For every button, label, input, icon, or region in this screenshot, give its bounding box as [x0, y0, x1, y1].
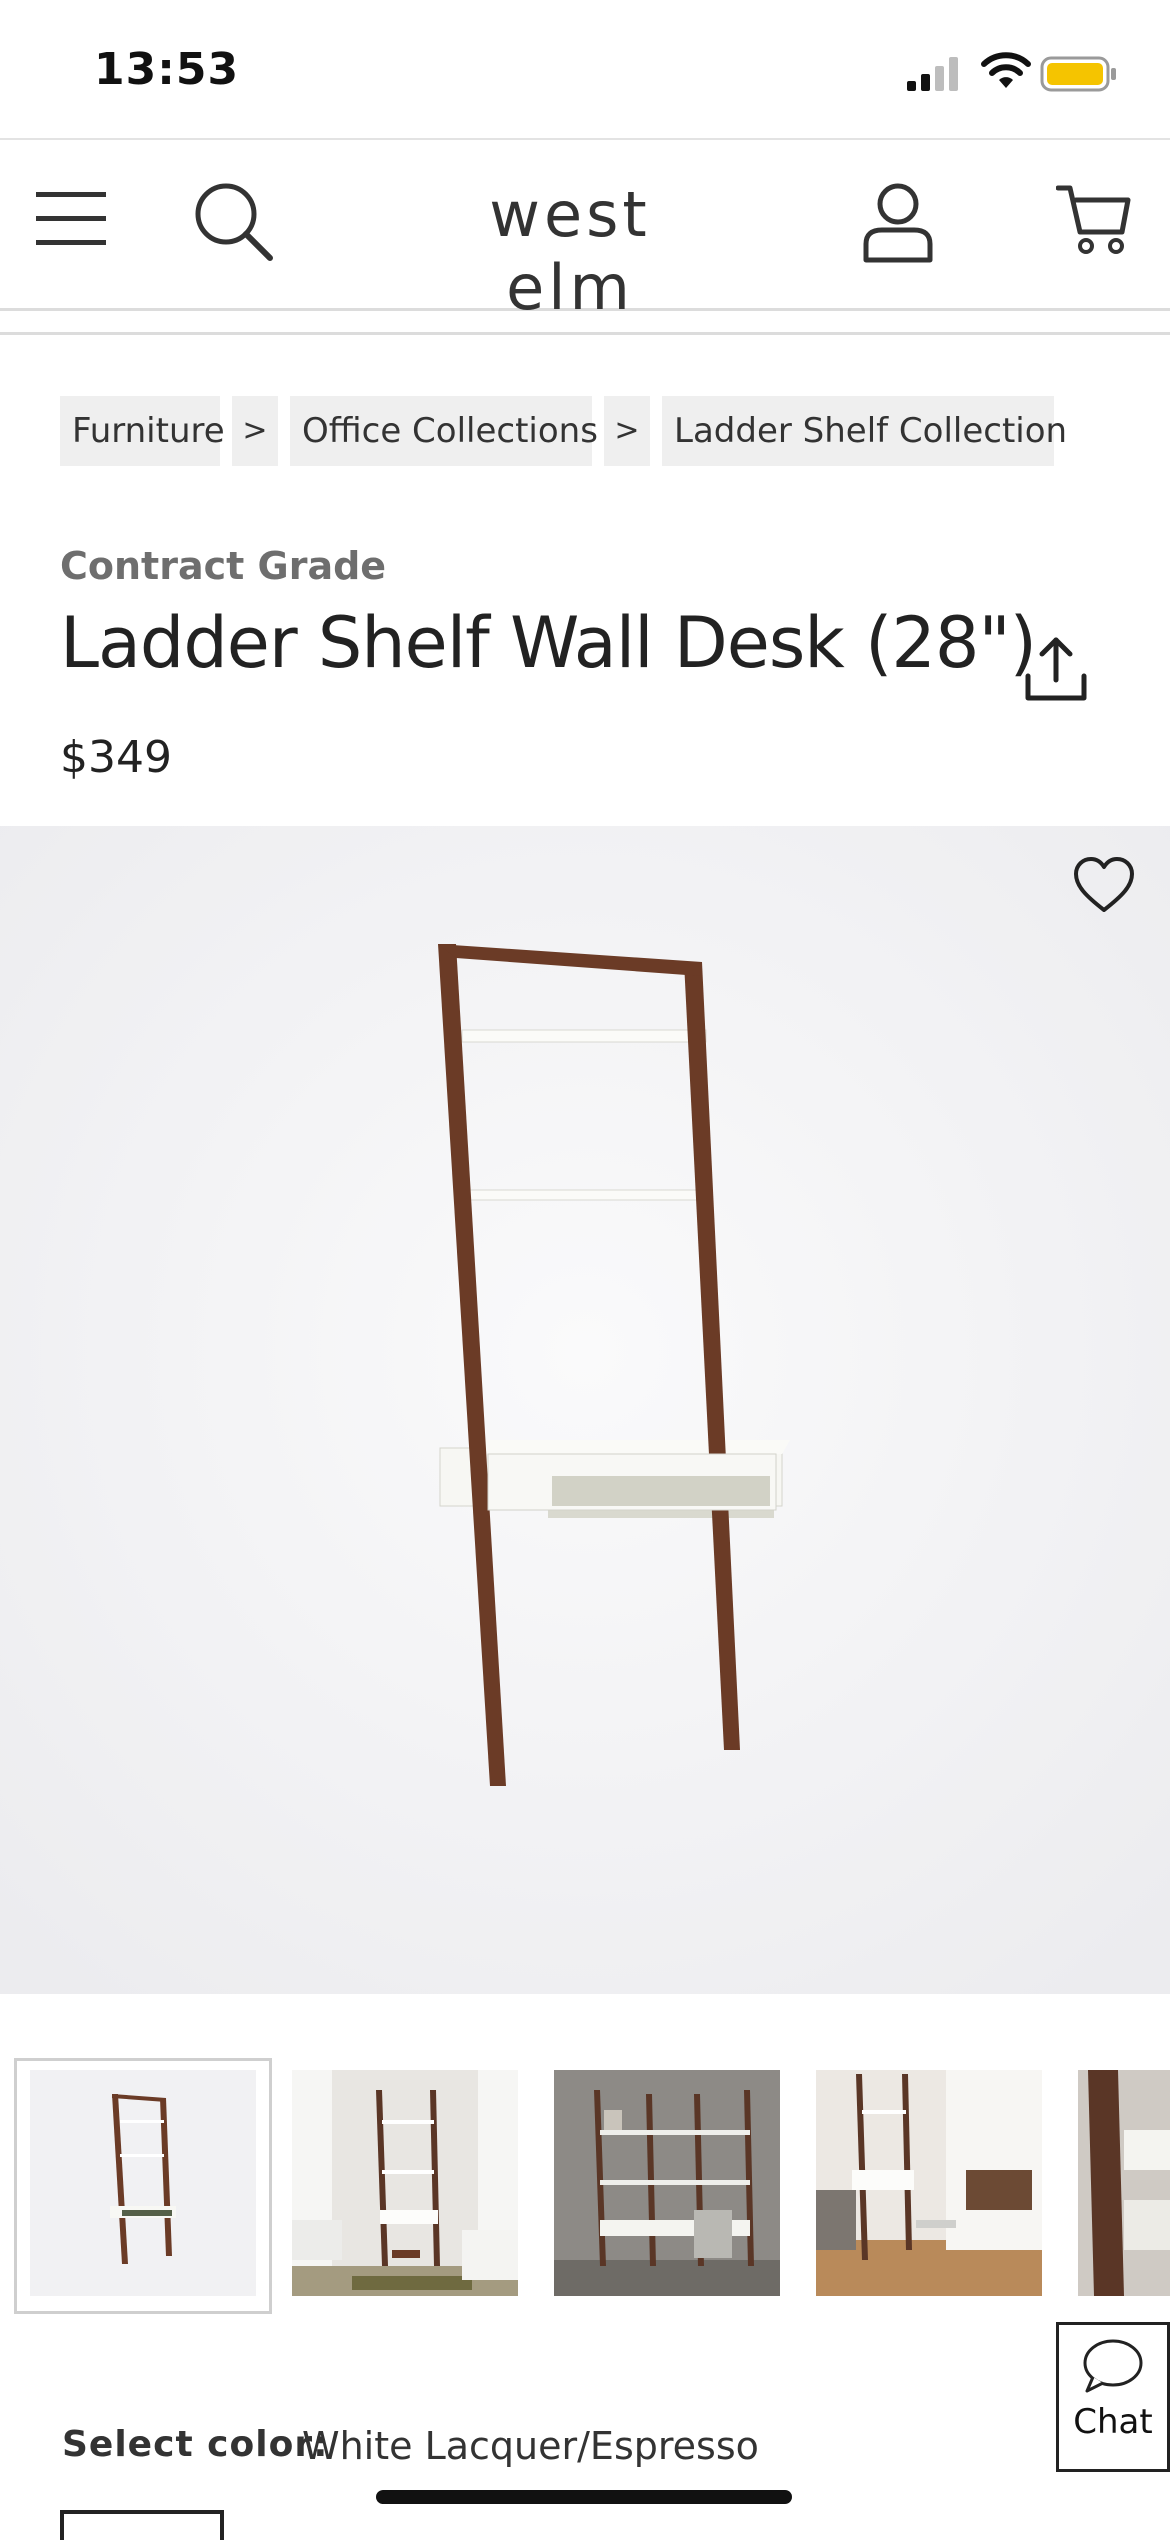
thumbnail-1[interactable] [30, 2070, 256, 2296]
account-icon[interactable] [862, 182, 934, 264]
chat-button[interactable] [1056, 2322, 1170, 2472]
wifi-icon [981, 52, 1031, 88]
product-price: $349 [60, 732, 172, 783]
breadcrumb-link-office-collections[interactable]: Office Collections [290, 396, 598, 466]
header-divider [0, 332, 1170, 335]
select-color-label: Select color: [62, 2424, 329, 2465]
chat-bubble-icon [1083, 2339, 1143, 2393]
thumbnail-5[interactable] [1078, 2070, 1170, 2296]
thumbnail-3[interactable] [554, 2070, 780, 2296]
breadcrumb-separator: > [604, 396, 650, 466]
selected-color-value: White Lacquer/Espresso [302, 2424, 759, 2468]
product-hero-image[interactable] [0, 826, 1170, 1994]
cellular-signal-icon [907, 57, 958, 91]
menu-icon[interactable] [34, 186, 108, 250]
thumbnail-4[interactable] [816, 2070, 1042, 2296]
breadcrumb-separator: > [232, 396, 278, 466]
status-time: 13:53 [94, 44, 240, 95]
product-title: Ladder Shelf Wall Desk (28") [60, 602, 1037, 684]
heart-icon[interactable] [1072, 856, 1136, 914]
product-eyebrow: Contract Grade [60, 544, 387, 588]
west-elm-logo[interactable]: west elm [420, 178, 720, 324]
search-icon[interactable] [192, 180, 274, 262]
breadcrumb-link-furniture[interactable]: Furniture [60, 396, 225, 466]
cart-icon[interactable] [1056, 182, 1132, 258]
chat-label: Chat [1073, 2402, 1153, 2442]
ladder-desk-illustration [0, 826, 1170, 1994]
breadcrumb-link-ladder-shelf-collection[interactable]: Ladder Shelf Collection [662, 396, 1067, 466]
battery-icon [1040, 56, 1116, 92]
share-icon[interactable] [1020, 634, 1092, 706]
thumbnail-2[interactable] [292, 2070, 518, 2296]
home-indicator [376, 2490, 792, 2504]
color-swatch[interactable] [60, 2510, 224, 2540]
